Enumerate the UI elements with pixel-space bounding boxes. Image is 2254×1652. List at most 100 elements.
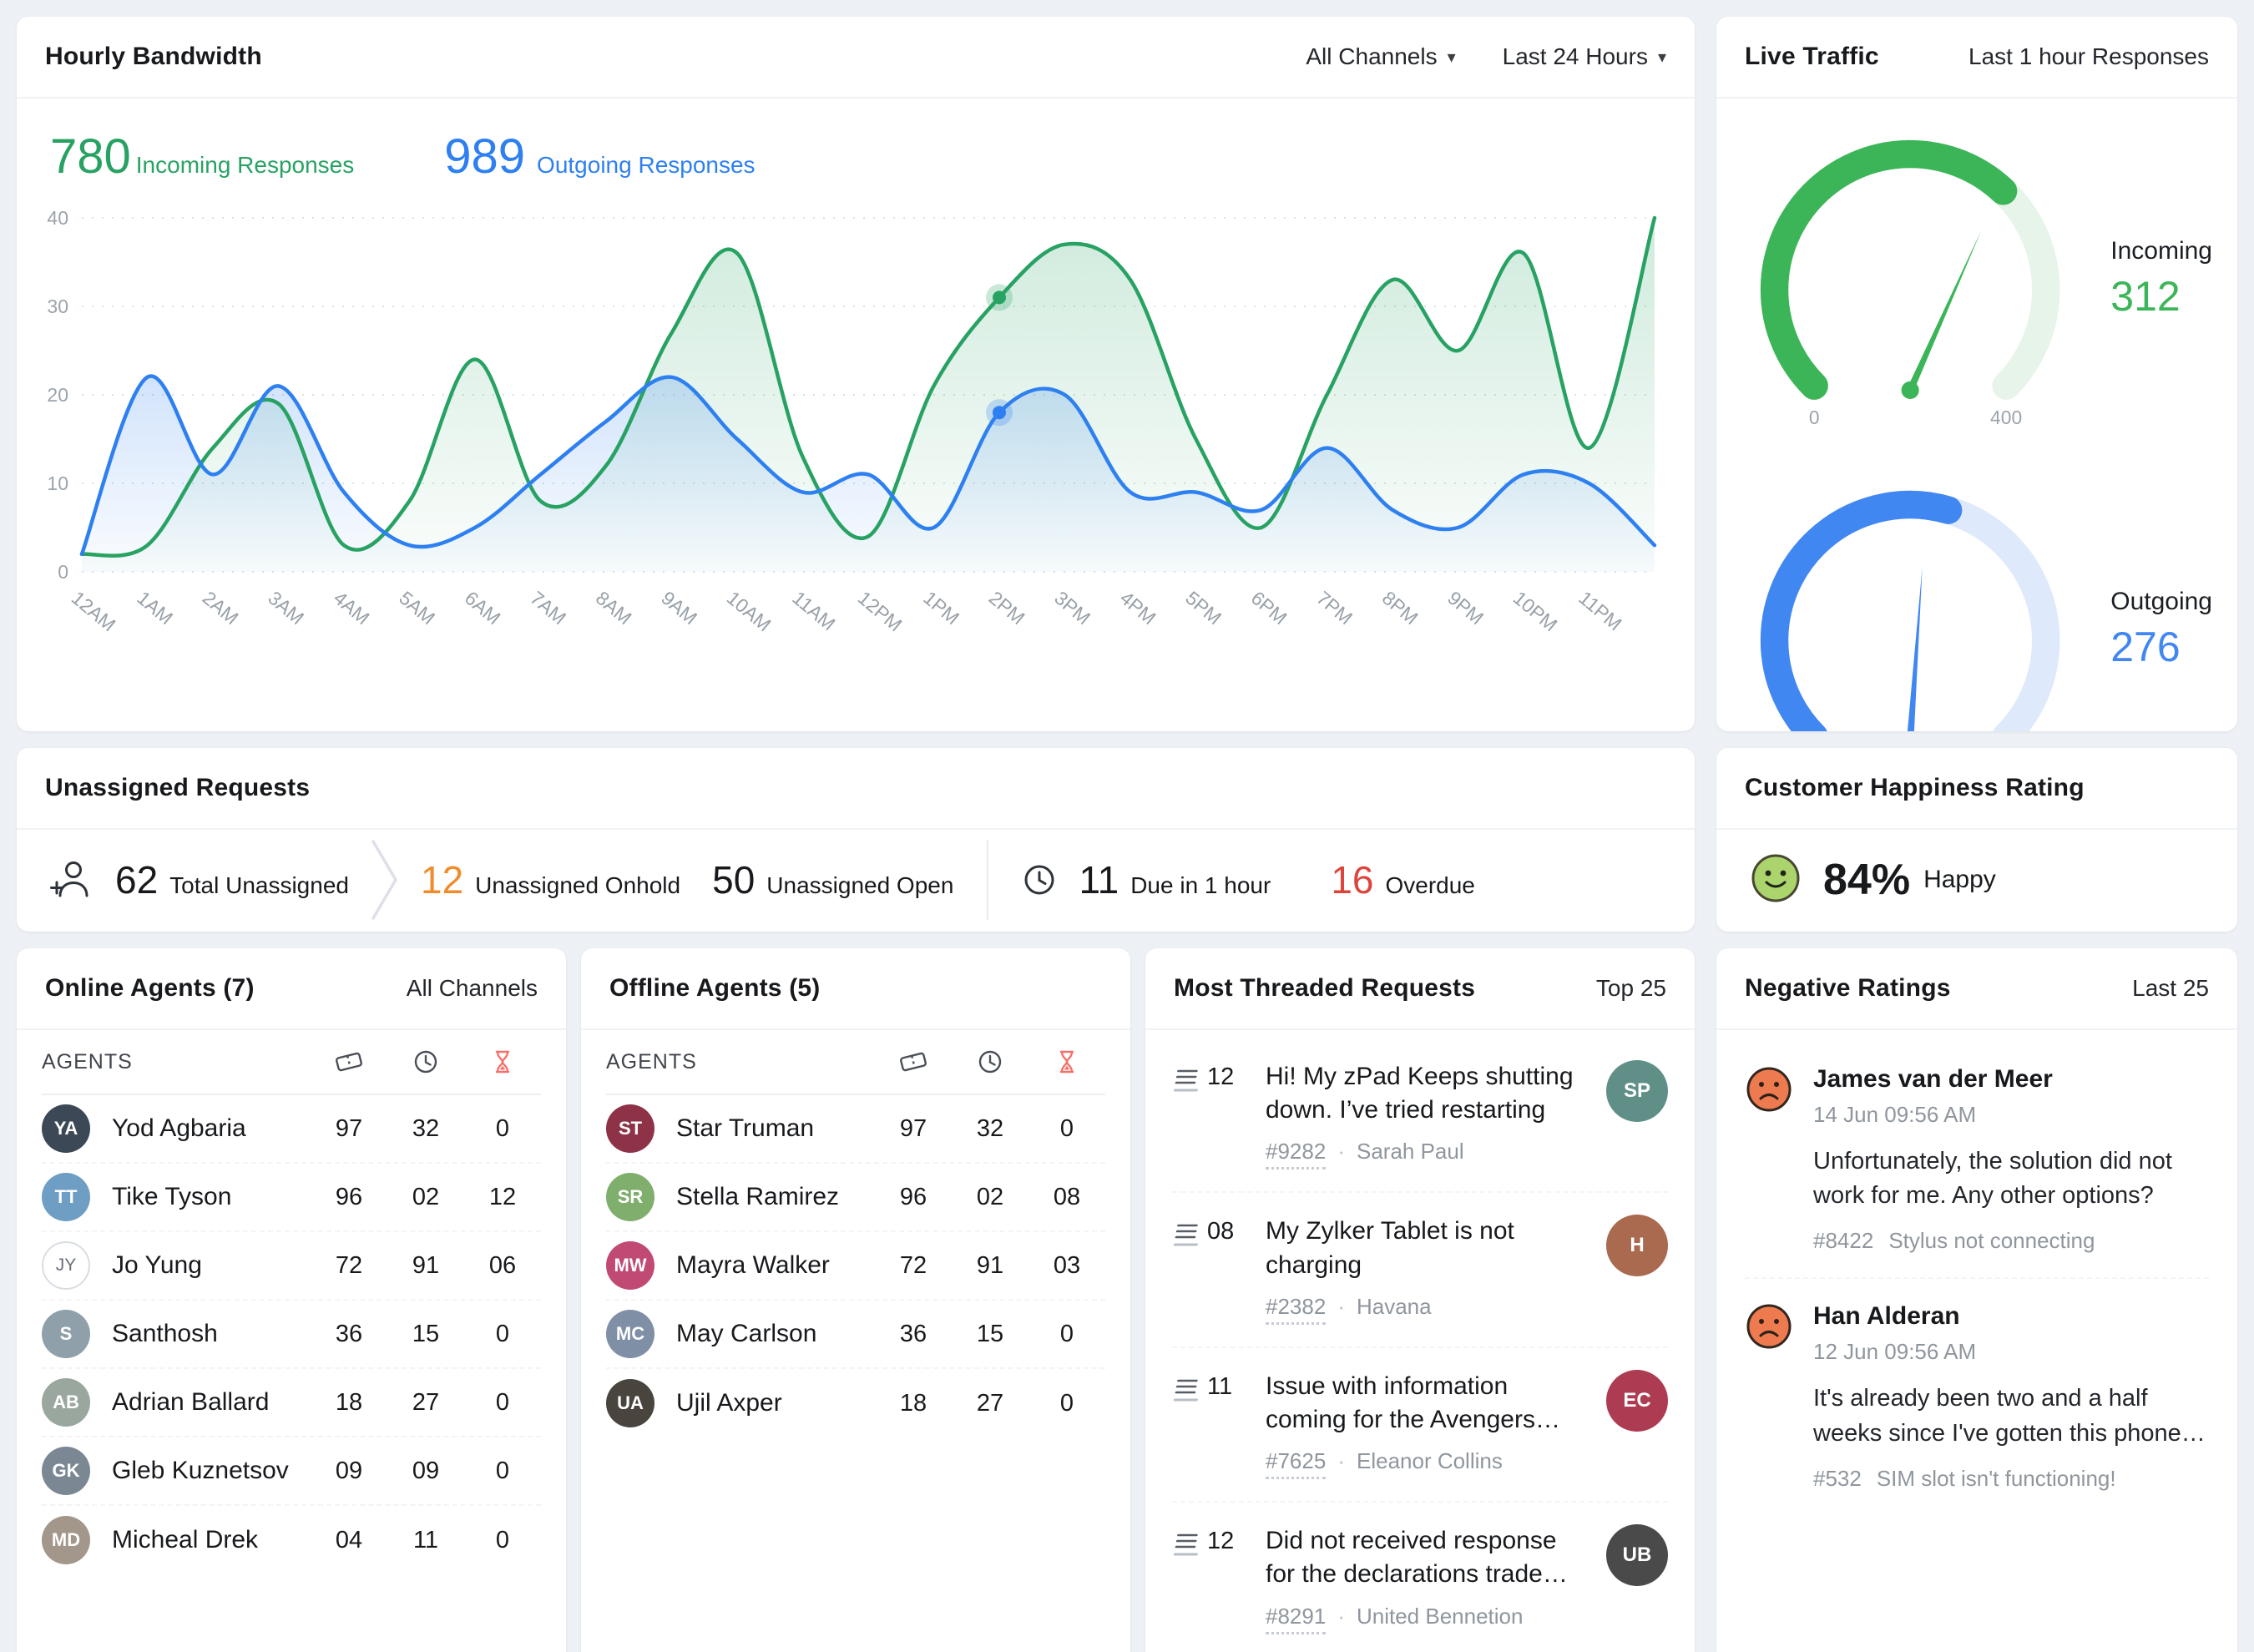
last-count-badge: Last 25 xyxy=(2132,975,2209,1002)
incoming-total-value: 780 xyxy=(50,129,131,184)
ticket-subject: SIM slot isn't functioning! xyxy=(1877,1466,2116,1492)
avatar: ST xyxy=(606,1104,654,1153)
time-range-dropdown[interactable]: Last 24 Hours ▾ xyxy=(1503,43,1666,70)
hourly-bandwidth-card: Hourly Bandwidth All Channels ▾ Last 24 … xyxy=(17,17,1695,731)
ticket-id[interactable]: #532 xyxy=(1813,1466,1862,1492)
thread-icon xyxy=(1172,1063,1202,1099)
overdue-label: Overdue xyxy=(1385,872,1474,899)
avatar: UA xyxy=(606,1379,654,1427)
gauges-container: 0400Incoming3120400Outgoing276 xyxy=(1716,99,2237,730)
table-row[interactable]: MDMicheal Drek04110 xyxy=(42,1506,541,1574)
offline-agents-card: Offline Agents (5) AGENTS xyxy=(581,948,1130,1652)
clock-icon xyxy=(387,1048,464,1075)
time-count: 02 xyxy=(952,1184,1028,1211)
ticket-id[interactable]: #8291 xyxy=(1266,1604,1326,1634)
agent-identity: ABAdrian Ballard xyxy=(42,1378,311,1427)
table-row[interactable]: YAYod Agbaria97320 xyxy=(42,1095,541,1164)
thread-icon xyxy=(1172,1528,1202,1564)
channels-filter-label: All Channels xyxy=(1306,43,1437,70)
overdue-count: 12 xyxy=(464,1184,541,1211)
online-agents-filter[interactable]: All Channels xyxy=(407,975,538,1002)
list-item[interactable]: 12Did not received response for the decl… xyxy=(1172,1503,1668,1652)
table-row[interactable]: ABAdrian Ballard18270 xyxy=(42,1369,541,1437)
table-row[interactable]: STStar Truman97320 xyxy=(606,1095,1105,1164)
thread-content: Did not received response for the declar… xyxy=(1266,1524,1589,1634)
customer-name: James van der Meer xyxy=(1813,1065,2209,1094)
table-row[interactable]: MCMay Carlson36150 xyxy=(606,1301,1105,1369)
avatar: MW xyxy=(606,1241,654,1290)
due-label: Due in 1 hour xyxy=(1130,872,1271,899)
svg-text:5AM: 5AM xyxy=(395,587,439,629)
ticket-id[interactable]: #8422 xyxy=(1813,1228,1873,1254)
list-item[interactable]: James van der Meer14 Jun 09:56 AMUnfortu… xyxy=(1745,1042,2209,1279)
ticket-id[interactable]: #9282 xyxy=(1266,1139,1326,1170)
gauge-row-incoming: 0400Incoming312 xyxy=(1741,104,2212,454)
hourglass-icon xyxy=(464,1048,541,1075)
unassigned-onhold-stat[interactable]: 12 Unassigned Onhold xyxy=(421,857,680,902)
overdue-count: 0 xyxy=(1028,1115,1105,1143)
agents-column-label: AGENTS xyxy=(606,1050,875,1074)
total-unassigned-stat[interactable]: 62 Total Unassigned xyxy=(115,857,349,902)
agent-name: Adrian Ballard xyxy=(112,1388,269,1417)
tickets-count: 04 xyxy=(311,1527,387,1554)
thread-content: Issue with information coming for the Av… xyxy=(1266,1370,1589,1479)
time-count: 32 xyxy=(952,1115,1028,1143)
unassigned-open-value: 50 xyxy=(712,857,755,902)
ticket-id[interactable]: #7625 xyxy=(1266,1448,1326,1479)
outgoing-total-label: Outgoing Responses xyxy=(537,152,756,179)
rating-timestamp: 12 Jun 09:56 AM xyxy=(1813,1339,2209,1365)
svg-text:7PM: 7PM xyxy=(1312,587,1357,629)
overdue-count: 0 xyxy=(464,1115,541,1143)
tickets-count: 09 xyxy=(311,1457,387,1485)
avatar: MC xyxy=(606,1310,654,1358)
avatar: JY xyxy=(42,1241,90,1290)
user-add-icon xyxy=(50,859,93,901)
list-item[interactable]: 08My Zylker Tablet is not charging#2382·… xyxy=(1172,1193,1668,1347)
gauge-label: Incoming xyxy=(2110,237,2212,265)
agent-name: Ujil Axper xyxy=(676,1389,782,1417)
due-stat[interactable]: 11 Due in 1 hour xyxy=(1079,857,1271,902)
agent-name: Yod Agbaria xyxy=(112,1114,246,1143)
channels-filter-dropdown[interactable]: All Channels ▾ xyxy=(1306,43,1455,70)
table-row[interactable]: MWMayra Walker729103 xyxy=(606,1232,1105,1301)
agents-table-header: AGENTS xyxy=(42,1030,541,1095)
table-row[interactable]: TTTike Tyson960212 xyxy=(42,1164,541,1232)
svg-text:0: 0 xyxy=(1809,407,1820,428)
tickets-count: 96 xyxy=(311,1184,387,1211)
svg-text:12AM: 12AM xyxy=(68,587,120,636)
overdue-count: 0 xyxy=(464,1527,541,1554)
online-agents-card: Online Agents (7) All Channels AGENTS xyxy=(17,948,566,1652)
tickets-count: 18 xyxy=(311,1389,387,1417)
table-row[interactable]: UAUjil Axper18270 xyxy=(606,1369,1105,1437)
table-row[interactable]: SRStella Ramirez960208 xyxy=(606,1164,1105,1232)
overdue-stat[interactable]: 16 Overdue xyxy=(1331,857,1475,902)
table-row[interactable]: GKGleb Kuznetsov09090 xyxy=(42,1437,541,1506)
happiness-value: 84% xyxy=(1823,855,1910,905)
agents-column-label: AGENTS xyxy=(42,1050,311,1074)
list-item[interactable]: 11Issue with information coming for the … xyxy=(1172,1348,1668,1503)
outgoing-gauge: 0400 xyxy=(1741,454,2079,731)
tickets-count: 96 xyxy=(875,1184,952,1211)
list-item[interactable]: 12Hi! My zPad Keeps shutting down. I’ve … xyxy=(1172,1038,1668,1193)
total-unassigned-value: 62 xyxy=(115,857,158,902)
meta-separator: · xyxy=(1337,1604,1345,1629)
thread-meta: #2382·Havana xyxy=(1266,1294,1589,1325)
dashboard: Hourly Bandwidth All Channels ▾ Last 24 … xyxy=(0,0,2254,1652)
svg-text:1AM: 1AM xyxy=(133,587,177,629)
sad-face-icon xyxy=(1745,1065,1793,1254)
list-item[interactable]: Han Alderan12 Jun 09:56 AMIt's already b… xyxy=(1745,1279,2209,1514)
avatar: UB xyxy=(1606,1524,1668,1586)
svg-text:30: 30 xyxy=(47,296,68,317)
agent-identity: MWMayra Walker xyxy=(606,1241,875,1290)
agent-identity: MDMicheal Drek xyxy=(42,1516,311,1564)
table-row[interactable]: SSanthosh36150 xyxy=(42,1301,541,1369)
table-row[interactable]: JYJo Yung729106 xyxy=(42,1232,541,1301)
meta-separator: · xyxy=(1337,1294,1345,1320)
happiness-label: Happy xyxy=(1923,866,1996,894)
unassigned-open-stat[interactable]: 50 Unassigned Open xyxy=(712,857,953,902)
agent-name: Jo Yung xyxy=(112,1251,202,1280)
time-count: 15 xyxy=(387,1321,464,1348)
meta-separator: · xyxy=(1337,1448,1345,1474)
ticket-id[interactable]: #2382 xyxy=(1266,1294,1326,1325)
sad-face-icon xyxy=(1745,1302,1793,1491)
